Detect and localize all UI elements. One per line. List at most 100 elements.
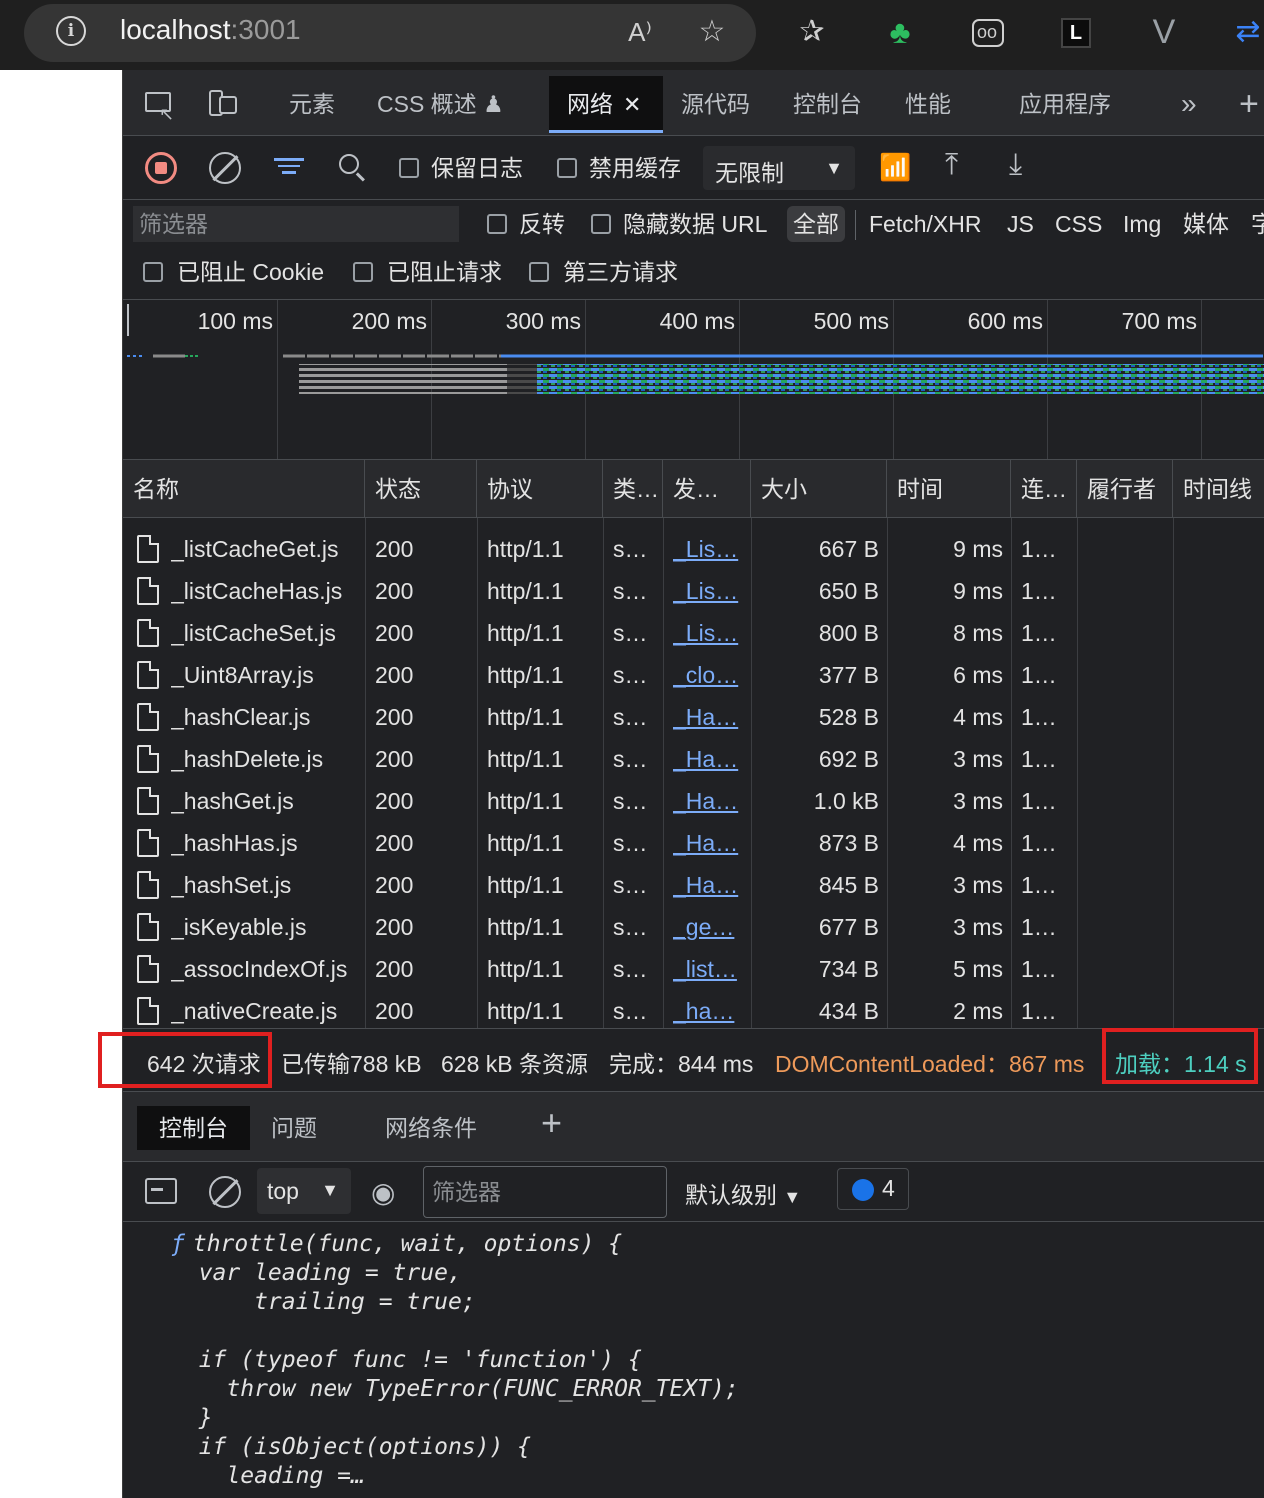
- console-filter-input[interactable]: [423, 1166, 667, 1218]
- table-row[interactable]: _assocIndexOf.js 200 http/1.1 s… _list… 734 B…: [123, 948, 1264, 990]
- network-overview-timeline[interactable]: 100 ms 200 ms 300 ms 400 ms 500 ms 600 m…: [123, 300, 1264, 460]
- site-info-icon[interactable]: i: [56, 16, 86, 46]
- cell-initiator[interactable]: _Ha…: [673, 738, 749, 780]
- console-sidebar-icon[interactable]: [145, 1178, 177, 1204]
- message-count-badge[interactable]: 4: [837, 1168, 909, 1210]
- preserve-log-checkbox[interactable]: [399, 158, 419, 178]
- third-party-checkbox[interactable]: [529, 262, 549, 282]
- overview-cursor[interactable]: [127, 304, 129, 336]
- blocked-requests-checkbox[interactable]: [353, 262, 373, 282]
- network-conditions-icon[interactable]: 📶: [879, 152, 911, 183]
- favorites-icon[interactable]: ✰: [790, 10, 834, 54]
- filter-type-media[interactable]: 媒体: [1183, 206, 1229, 242]
- cell-time: 9 ms: [953, 578, 1003, 604]
- table-row[interactable]: _hashGet.js 200 http/1.1 s… _Ha… 1.0 kB 3 ms 1…: [123, 780, 1264, 822]
- cell-initiator[interactable]: _Lis…: [673, 612, 749, 654]
- cell-initiator[interactable]: _Ha…: [673, 696, 749, 738]
- table-row[interactable]: _hashHas.js 200 http/1.1 s… _Ha… 873 B 4 ms 1…: [123, 822, 1264, 864]
- col-header-time[interactable]: 时间: [887, 460, 1011, 518]
- col-header-protocol[interactable]: 协议: [477, 460, 603, 518]
- clear-console-icon[interactable]: [209, 1176, 241, 1208]
- cell-type: s…: [613, 662, 648, 688]
- table-row[interactable]: _isKeyable.js 200 http/1.1 s… _ge… 677 B 3 ms 1…: [123, 906, 1264, 948]
- table-row[interactable]: _hashDelete.js 200 http/1.1 s… _Ha… 692 B 3 ms…: [123, 738, 1264, 780]
- col-header-waterfall[interactable]: 时间线: [1173, 460, 1264, 518]
- add-favorite-icon[interactable]: ☆: [690, 10, 734, 54]
- cell-initiator[interactable]: _ha…: [673, 990, 749, 1028]
- filter-type-font[interactable]: 字: [1251, 206, 1264, 242]
- tab-sources[interactable]: 源代码: [681, 84, 750, 124]
- log-level-select[interactable]: 默认级别 ▼: [685, 1176, 801, 1210]
- overview-tick-label: 500 ms: [813, 308, 889, 334]
- filter-type-css[interactable]: CSS: [1055, 206, 1102, 242]
- drawer-tab-console[interactable]: 控制台: [137, 1106, 250, 1150]
- filter-icon[interactable]: [273, 154, 305, 184]
- export-har-icon[interactable]: ⤓: [1009, 148, 1022, 182]
- sync-icon[interactable]: ⇄: [1228, 10, 1264, 54]
- tab-elements[interactable]: 元素: [289, 84, 335, 124]
- cell-initiator[interactable]: _Ha…: [673, 864, 749, 906]
- add-tab-icon[interactable]: +: [1239, 84, 1259, 124]
- cell-initiator[interactable]: _Lis…: [673, 528, 749, 570]
- cell-name: _hashDelete.js: [171, 746, 324, 772]
- tab-network[interactable]: 网络 ✕: [567, 84, 641, 124]
- url-text[interactable]: localhost:3001: [120, 14, 301, 46]
- network-filter-input[interactable]: [133, 206, 459, 242]
- import-har-icon[interactable]: ⤒: [945, 148, 958, 182]
- table-row[interactable]: _nativeCreate.js 200 http/1.1 s… _ha… 434 B 2 …: [123, 990, 1264, 1028]
- table-row[interactable]: _listCacheHas.js 200 http/1.1 s… _Lis… 650 B 9…: [123, 570, 1264, 612]
- close-tab-icon[interactable]: ✕: [623, 92, 641, 117]
- disable-cache-checkbox[interactable]: [557, 158, 577, 178]
- col-header-name[interactable]: 名称: [123, 460, 365, 518]
- evernote-extension-icon[interactable]: ♣: [878, 10, 922, 54]
- drawer-tab-issues[interactable]: 问题: [271, 1106, 317, 1150]
- tab-css-overview[interactable]: CSS 概述 ♟: [377, 84, 504, 124]
- col-header-size[interactable]: 大小: [751, 460, 887, 518]
- filter-type-fetch-xhr[interactable]: Fetch/XHR: [869, 206, 981, 242]
- blocked-cookies-checkbox[interactable]: [143, 262, 163, 282]
- invert-checkbox[interactable]: [487, 214, 507, 234]
- col-header-connection[interactable]: 连…: [1011, 460, 1077, 518]
- tab-performance[interactable]: 性能: [905, 84, 951, 124]
- js-context-select[interactable]: top ▼: [257, 1168, 351, 1214]
- read-aloud-icon[interactable]: A⁾: [618, 10, 662, 54]
- clear-icon[interactable]: [209, 152, 241, 184]
- cell-initiator[interactable]: _Ha…: [673, 822, 749, 864]
- live-expression-eye-icon[interactable]: ◉: [371, 1176, 395, 1209]
- l-extension-icon[interactable]: L: [1054, 10, 1098, 54]
- cell-initiator[interactable]: _clo…: [673, 654, 749, 696]
- device-toolbar-icon[interactable]: [205, 90, 239, 118]
- cell-protocol: http/1.1: [487, 830, 564, 856]
- col-header-status[interactable]: 状态: [365, 460, 477, 518]
- col-header-fulfilled-by[interactable]: 履行者: [1077, 460, 1173, 518]
- tab-console[interactable]: 控制台: [793, 84, 862, 124]
- col-header-type[interactable]: 类…: [603, 460, 663, 518]
- cell-initiator[interactable]: _list…: [673, 948, 749, 990]
- cell-initiator[interactable]: _ge…: [673, 906, 749, 948]
- stop-recording-icon[interactable]: [145, 152, 177, 184]
- console-output[interactable]: ƒ throttle(func, wait, options) { var lea…: [123, 1222, 1264, 1498]
- file-icon: [137, 535, 159, 563]
- console-function-preview[interactable]: ƒ throttle(func, wait, options) { var lea…: [171, 1230, 739, 1491]
- hide-data-urls-checkbox[interactable]: [591, 214, 611, 234]
- search-icon[interactable]: [337, 152, 369, 184]
- col-header-initiator[interactable]: 发…: [663, 460, 751, 518]
- table-row[interactable]: _hashClear.js 200 http/1.1 s… _Ha… 528 B 4 ms 1…: [123, 696, 1264, 738]
- more-tabs-icon[interactable]: »: [1181, 84, 1197, 124]
- cell-initiator[interactable]: _Ha…: [673, 780, 749, 822]
- filter-type-img[interactable]: Img: [1123, 206, 1161, 242]
- throttling-select[interactable]: 无限制 ▼: [703, 146, 855, 190]
- filter-type-js[interactable]: JS: [1007, 206, 1034, 242]
- table-row[interactable]: _listCacheGet.js 200 http/1.1 s… _Lis… 667 B 9…: [123, 528, 1264, 570]
- filter-type-all[interactable]: 全部: [787, 206, 845, 242]
- table-row[interactable]: _hashSet.js 200 http/1.1 s… _Ha… 845 B 3 ms 1…: [123, 864, 1264, 906]
- extension-icon[interactable]: [966, 10, 1010, 54]
- cell-initiator[interactable]: _Lis…: [673, 570, 749, 612]
- table-row[interactable]: _Uint8Array.js 200 http/1.1 s… _clo… 377 B 6 m…: [123, 654, 1264, 696]
- drawer-tab-network-conditions[interactable]: 网络条件: [385, 1106, 477, 1150]
- inspect-element-icon[interactable]: ↖: [143, 90, 177, 124]
- add-drawer-tab-icon[interactable]: +: [541, 1102, 562, 1144]
- table-row[interactable]: _listCacheSet.js 200 http/1.1 s… _Lis… 800 B 8…: [123, 612, 1264, 654]
- vue-devtools-icon[interactable]: V: [1142, 10, 1186, 54]
- tab-application[interactable]: 应用程序: [1019, 84, 1111, 124]
